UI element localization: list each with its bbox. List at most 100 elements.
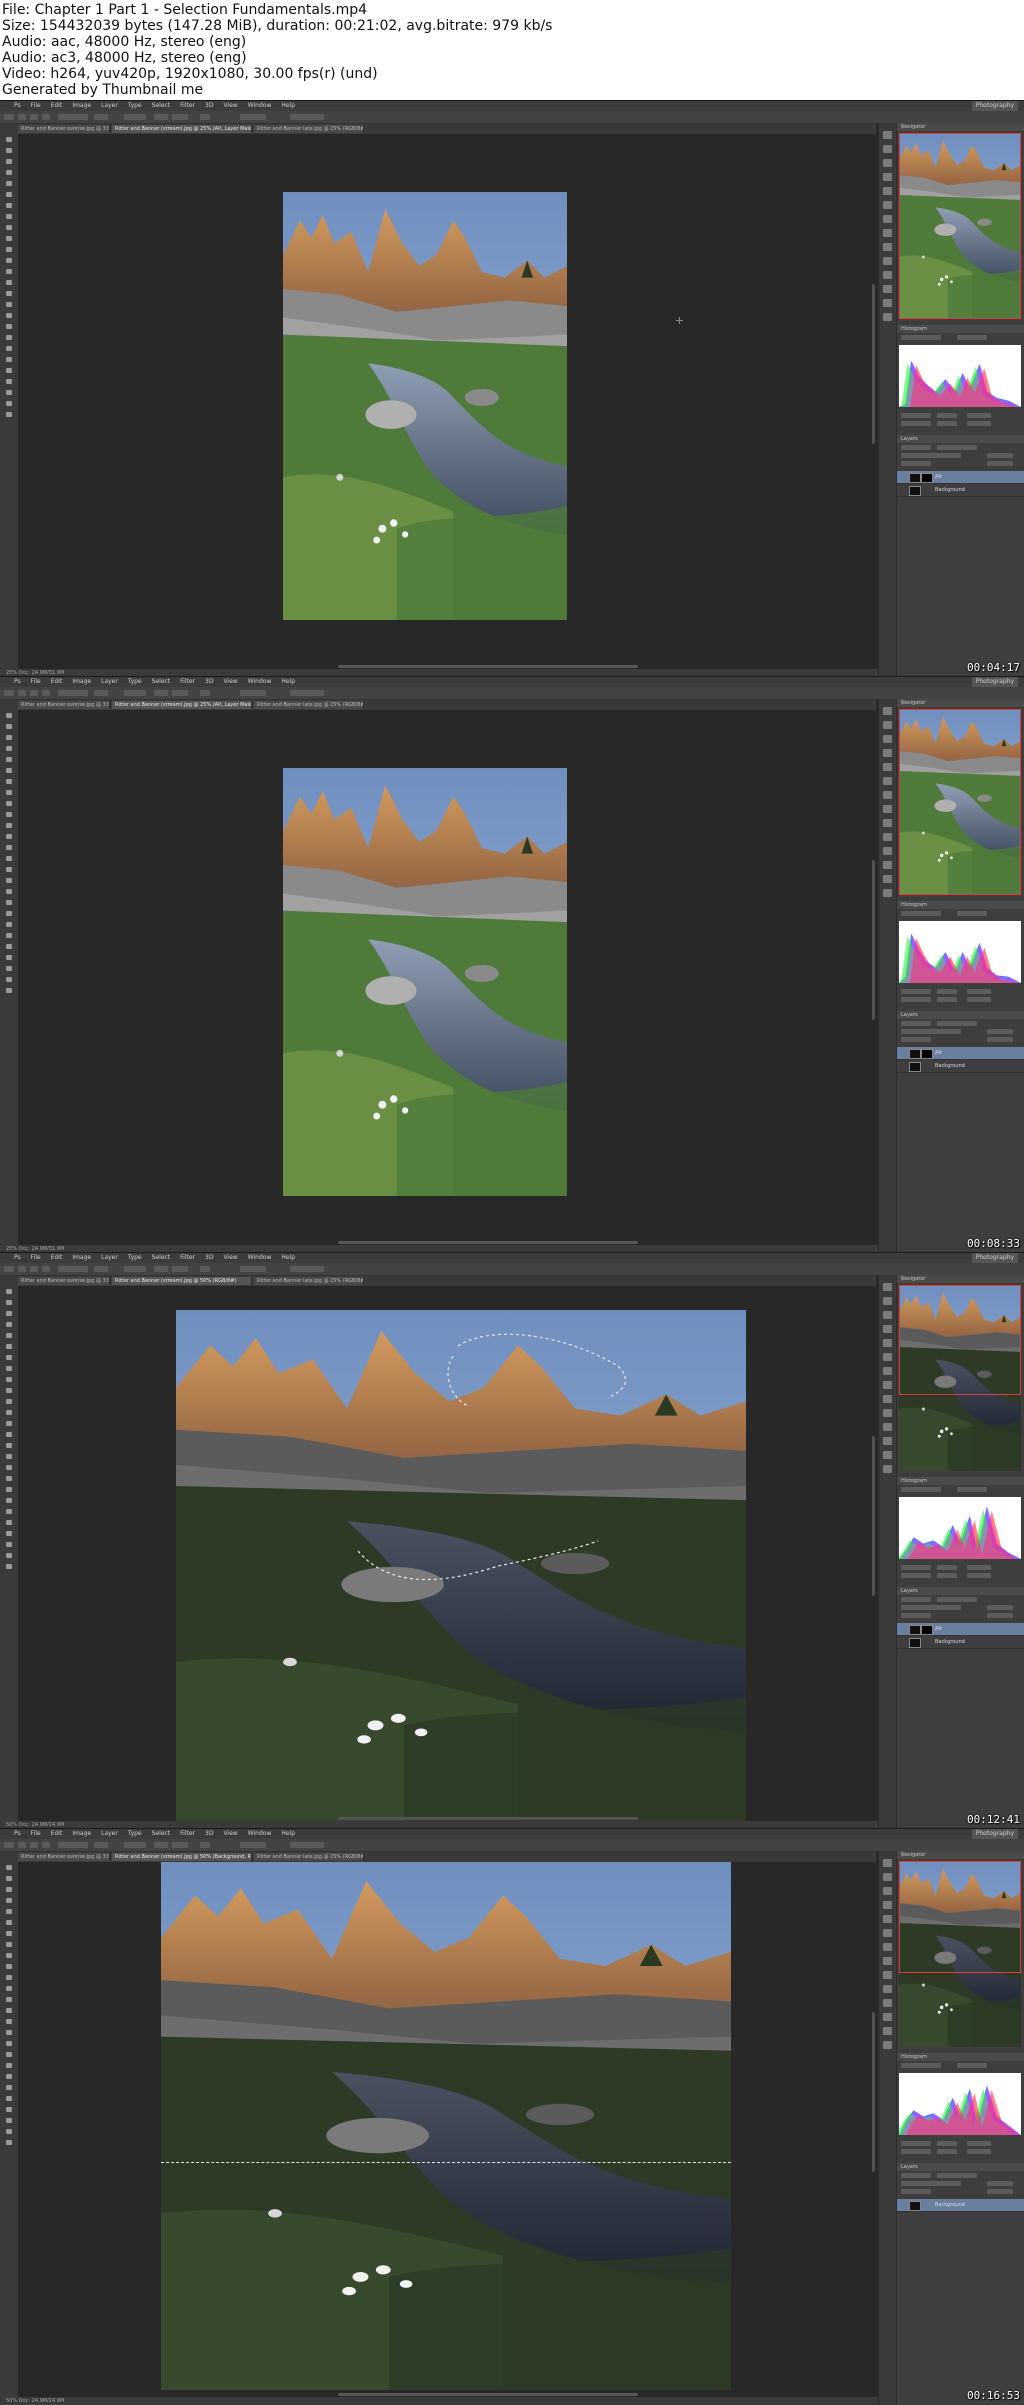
layers-control[interactable] xyxy=(987,453,1013,458)
layers-control[interactable] xyxy=(901,2181,961,2186)
histogram-control[interactable] xyxy=(937,413,957,418)
panel-icon[interactable] xyxy=(883,1297,892,1305)
tool-icon[interactable] xyxy=(4,1984,14,1993)
navigator-panel-header[interactable]: Navigator xyxy=(897,699,1024,707)
options-control[interactable] xyxy=(94,690,108,696)
tool-icon[interactable] xyxy=(4,223,14,232)
histogram-panel-header[interactable]: Histogram xyxy=(897,2053,1024,2061)
layer-row[interactable]: Alt xyxy=(897,471,1024,484)
tool-icon[interactable] xyxy=(4,2061,14,2070)
navigator-thumbnail[interactable] xyxy=(899,1861,1021,2047)
menu-item[interactable]: Help xyxy=(281,101,295,111)
options-control[interactable] xyxy=(18,690,26,696)
tool-icon[interactable] xyxy=(4,2072,14,2081)
tool-icon[interactable] xyxy=(4,1962,14,1971)
menu-item[interactable]: View xyxy=(223,101,237,111)
tool-icon[interactable] xyxy=(4,201,14,210)
options-control[interactable] xyxy=(18,1266,26,1272)
layers-control[interactable] xyxy=(901,461,931,466)
document-tab[interactable]: Ritter and Banner (stream).jpg @ 50% (Ba… xyxy=(112,1853,252,1861)
navigator-view-box[interactable] xyxy=(899,709,1021,895)
histogram-control[interactable] xyxy=(901,2063,941,2068)
panel-icon[interactable] xyxy=(883,131,892,139)
panel-icon[interactable] xyxy=(883,285,892,293)
vertical-scrollbar[interactable] xyxy=(872,1436,875,1596)
histogram-control[interactable] xyxy=(957,335,987,340)
layers-control[interactable] xyxy=(901,2189,931,2194)
layers-control[interactable] xyxy=(901,1029,961,1034)
horizontal-scrollbar[interactable] xyxy=(338,2393,638,2396)
panel-icon[interactable] xyxy=(883,1901,892,1909)
tool-icon[interactable] xyxy=(4,289,14,298)
tool-icon[interactable] xyxy=(4,245,14,254)
menu-item[interactable]: Window xyxy=(248,1253,272,1263)
tool-icon[interactable] xyxy=(4,1452,14,1461)
panel-icon[interactable] xyxy=(883,1957,892,1965)
layers-control[interactable] xyxy=(901,1021,931,1026)
tool-icon[interactable] xyxy=(4,1342,14,1351)
tool-icon[interactable] xyxy=(4,1375,14,1384)
layer-row[interactable]: Background xyxy=(897,484,1024,497)
tool-icon[interactable] xyxy=(4,964,14,973)
menu-item[interactable]: 3D xyxy=(205,101,213,111)
menu-item[interactable]: Filter xyxy=(180,1253,195,1263)
menu-item[interactable]: Type xyxy=(128,1253,142,1263)
histogram-control[interactable] xyxy=(901,911,941,916)
options-control[interactable] xyxy=(18,1842,26,1848)
panel-icon[interactable] xyxy=(883,1395,892,1403)
tool-icon[interactable] xyxy=(4,377,14,386)
panel-icon[interactable] xyxy=(883,721,892,729)
document-canvas[interactable] xyxy=(18,710,876,1245)
menu-item[interactable]: Ps xyxy=(14,677,21,687)
navigator-panel-header[interactable]: Navigator xyxy=(897,1275,1024,1283)
tool-icon[interactable] xyxy=(4,887,14,896)
options-control[interactable] xyxy=(42,1266,50,1272)
tool-icon[interactable] xyxy=(4,278,14,287)
tool-icon[interactable] xyxy=(4,1364,14,1373)
layers-control[interactable] xyxy=(987,1605,1013,1610)
options-control[interactable] xyxy=(58,114,88,120)
panel-icon[interactable] xyxy=(883,889,892,897)
panel-icon[interactable] xyxy=(883,1311,892,1319)
panel-icon[interactable] xyxy=(883,749,892,757)
workspace-switcher[interactable]: Photography xyxy=(971,101,1018,111)
menu-item[interactable]: Help xyxy=(281,1253,295,1263)
layers-control[interactable] xyxy=(937,1597,977,1602)
tool-icon[interactable] xyxy=(4,135,14,144)
options-control[interactable] xyxy=(30,114,38,120)
panel-icon[interactable] xyxy=(883,1971,892,1979)
layers-panel-header[interactable]: Layers xyxy=(897,1011,1024,1019)
menu-item[interactable]: Type xyxy=(128,677,142,687)
panel-icon[interactable] xyxy=(883,763,892,771)
tool-icon[interactable] xyxy=(4,821,14,830)
tool-icon[interactable] xyxy=(4,300,14,309)
options-control[interactable] xyxy=(94,114,108,120)
panel-icon[interactable] xyxy=(883,1423,892,1431)
tool-icon[interactable] xyxy=(4,711,14,720)
layers-panel-header[interactable]: Layers xyxy=(897,2163,1024,2171)
tool-icon[interactable] xyxy=(4,146,14,155)
tool-icon[interactable] xyxy=(4,1551,14,1560)
options-control[interactable] xyxy=(4,1266,14,1272)
histogram-control[interactable] xyxy=(901,413,931,418)
document-tab[interactable]: Ritter and Banner late.jpg @ 25% (RGB/8#… xyxy=(254,1277,364,1285)
tool-icon[interactable] xyxy=(4,1397,14,1406)
menu-item[interactable]: Layer xyxy=(101,101,118,111)
tool-icon[interactable] xyxy=(4,344,14,353)
panel-icon[interactable] xyxy=(883,819,892,827)
options-control[interactable] xyxy=(30,1266,38,1272)
options-control[interactable] xyxy=(172,1842,188,1848)
tool-icon[interactable] xyxy=(4,898,14,907)
options-control[interactable] xyxy=(172,114,188,120)
options-control[interactable] xyxy=(200,690,210,696)
options-control[interactable] xyxy=(154,1266,168,1272)
tool-icon[interactable] xyxy=(4,2039,14,2048)
panel-icon[interactable] xyxy=(883,1437,892,1445)
document-tab[interactable]: Ritter and Banner (stream).jpg @ 50% (RG… xyxy=(112,1277,252,1285)
panel-icon[interactable] xyxy=(883,1873,892,1881)
tool-icon[interactable] xyxy=(4,1287,14,1296)
layers-control[interactable] xyxy=(987,1037,1013,1042)
histogram-control[interactable] xyxy=(937,997,957,1002)
histogram-control[interactable] xyxy=(967,2149,991,2154)
vertical-scrollbar[interactable] xyxy=(872,284,875,444)
